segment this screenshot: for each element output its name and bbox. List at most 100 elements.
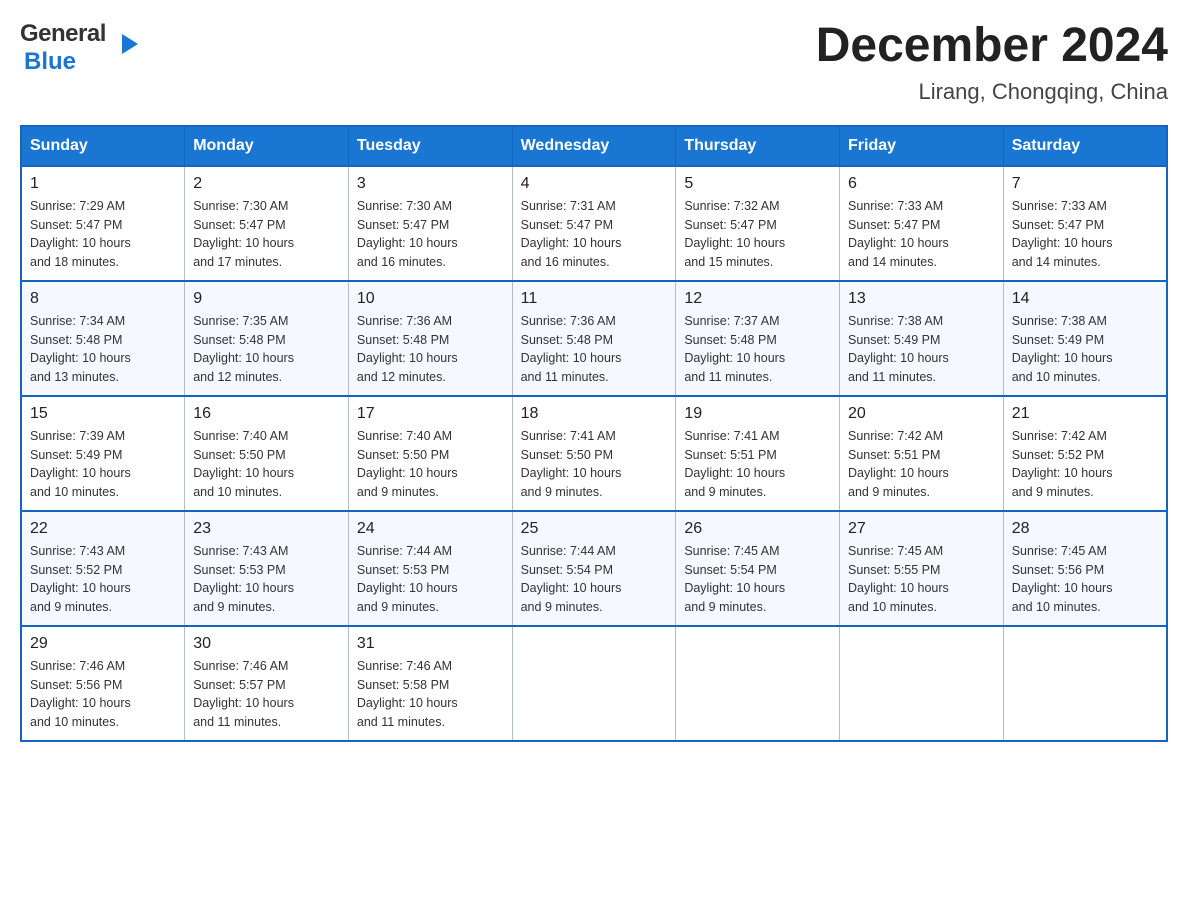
location-text: Lirang, Chongqing, China	[816, 79, 1168, 105]
day-info: Sunrise: 7:33 AM Sunset: 5:47 PM Dayligh…	[848, 197, 995, 272]
calendar-cell: 17 Sunrise: 7:40 AM Sunset: 5:50 PM Dayl…	[348, 396, 512, 511]
day-number: 21	[1012, 405, 1158, 423]
day-number: 29	[30, 635, 176, 653]
day-info: Sunrise: 7:42 AM Sunset: 5:51 PM Dayligh…	[848, 427, 995, 502]
week-row-5: 29 Sunrise: 7:46 AM Sunset: 5:56 PM Dayl…	[21, 626, 1167, 741]
calendar-cell: 4 Sunrise: 7:31 AM Sunset: 5:47 PM Dayli…	[512, 166, 676, 281]
day-number: 12	[684, 290, 831, 308]
day-info: Sunrise: 7:37 AM Sunset: 5:48 PM Dayligh…	[684, 312, 831, 387]
day-number: 15	[30, 405, 176, 423]
calendar-cell: 27 Sunrise: 7:45 AM Sunset: 5:55 PM Dayl…	[840, 511, 1004, 626]
day-number: 11	[521, 290, 668, 308]
day-number: 3	[357, 175, 504, 193]
day-info: Sunrise: 7:44 AM Sunset: 5:53 PM Dayligh…	[357, 542, 504, 617]
col-header-thursday: Thursday	[676, 126, 840, 166]
calendar-cell: 5 Sunrise: 7:32 AM Sunset: 5:47 PM Dayli…	[676, 166, 840, 281]
day-number: 23	[193, 520, 340, 538]
day-number: 28	[1012, 520, 1158, 538]
day-number: 6	[848, 175, 995, 193]
day-number: 22	[30, 520, 176, 538]
calendar-cell: 19 Sunrise: 7:41 AM Sunset: 5:51 PM Dayl…	[676, 396, 840, 511]
col-header-monday: Monday	[185, 126, 349, 166]
calendar-cell: 22 Sunrise: 7:43 AM Sunset: 5:52 PM Dayl…	[21, 511, 185, 626]
month-title: December 2024	[816, 20, 1168, 73]
calendar-cell: 16 Sunrise: 7:40 AM Sunset: 5:50 PM Dayl…	[185, 396, 349, 511]
col-header-wednesday: Wednesday	[512, 126, 676, 166]
calendar-cell: 6 Sunrise: 7:33 AM Sunset: 5:47 PM Dayli…	[840, 166, 1004, 281]
week-row-1: 1 Sunrise: 7:29 AM Sunset: 5:47 PM Dayli…	[21, 166, 1167, 281]
calendar-cell: 14 Sunrise: 7:38 AM Sunset: 5:49 PM Dayl…	[1003, 281, 1167, 396]
day-info: Sunrise: 7:42 AM Sunset: 5:52 PM Dayligh…	[1012, 427, 1158, 502]
calendar-cell: 2 Sunrise: 7:30 AM Sunset: 5:47 PM Dayli…	[185, 166, 349, 281]
day-info: Sunrise: 7:39 AM Sunset: 5:49 PM Dayligh…	[30, 427, 176, 502]
title-section: December 2024 Lirang, Chongqing, China	[816, 20, 1168, 105]
week-row-4: 22 Sunrise: 7:43 AM Sunset: 5:52 PM Dayl…	[21, 511, 1167, 626]
week-row-2: 8 Sunrise: 7:34 AM Sunset: 5:48 PM Dayli…	[21, 281, 1167, 396]
calendar-cell: 31 Sunrise: 7:46 AM Sunset: 5:58 PM Dayl…	[348, 626, 512, 741]
day-number: 26	[684, 520, 831, 538]
calendar-cell: 9 Sunrise: 7:35 AM Sunset: 5:48 PM Dayli…	[185, 281, 349, 396]
col-header-friday: Friday	[840, 126, 1004, 166]
day-number: 17	[357, 405, 504, 423]
calendar-cell: 18 Sunrise: 7:41 AM Sunset: 5:50 PM Dayl…	[512, 396, 676, 511]
calendar-cell: 23 Sunrise: 7:43 AM Sunset: 5:53 PM Dayl…	[185, 511, 349, 626]
calendar-cell: 29 Sunrise: 7:46 AM Sunset: 5:56 PM Dayl…	[21, 626, 185, 741]
calendar-cell	[512, 626, 676, 741]
calendar-cell: 1 Sunrise: 7:29 AM Sunset: 5:47 PM Dayli…	[21, 166, 185, 281]
logo-general-text: General	[20, 20, 106, 48]
day-number: 31	[357, 635, 504, 653]
day-info: Sunrise: 7:45 AM Sunset: 5:54 PM Dayligh…	[684, 542, 831, 617]
calendar-table: SundayMondayTuesdayWednesdayThursdayFrid…	[20, 125, 1168, 742]
day-number: 5	[684, 175, 831, 193]
calendar-cell: 8 Sunrise: 7:34 AM Sunset: 5:48 PM Dayli…	[21, 281, 185, 396]
day-number: 18	[521, 405, 668, 423]
calendar-cell	[840, 626, 1004, 741]
day-info: Sunrise: 7:45 AM Sunset: 5:55 PM Dayligh…	[848, 542, 995, 617]
day-info: Sunrise: 7:46 AM Sunset: 5:56 PM Dayligh…	[30, 657, 176, 732]
day-number: 16	[193, 405, 340, 423]
calendar-cell: 24 Sunrise: 7:44 AM Sunset: 5:53 PM Dayl…	[348, 511, 512, 626]
calendar-cell: 20 Sunrise: 7:42 AM Sunset: 5:51 PM Dayl…	[840, 396, 1004, 511]
day-info: Sunrise: 7:43 AM Sunset: 5:53 PM Dayligh…	[193, 542, 340, 617]
day-number: 24	[357, 520, 504, 538]
day-number: 4	[521, 175, 668, 193]
day-info: Sunrise: 7:44 AM Sunset: 5:54 PM Dayligh…	[521, 542, 668, 617]
day-info: Sunrise: 7:33 AM Sunset: 5:47 PM Dayligh…	[1012, 197, 1158, 272]
day-number: 9	[193, 290, 340, 308]
day-info: Sunrise: 7:32 AM Sunset: 5:47 PM Dayligh…	[684, 197, 831, 272]
day-number: 19	[684, 405, 831, 423]
day-number: 8	[30, 290, 176, 308]
day-info: Sunrise: 7:45 AM Sunset: 5:56 PM Dayligh…	[1012, 542, 1158, 617]
calendar-cell	[1003, 626, 1167, 741]
day-info: Sunrise: 7:38 AM Sunset: 5:49 PM Dayligh…	[848, 312, 995, 387]
day-info: Sunrise: 7:29 AM Sunset: 5:47 PM Dayligh…	[30, 197, 176, 272]
logo: General Blue	[20, 20, 122, 76]
day-info: Sunrise: 7:30 AM Sunset: 5:47 PM Dayligh…	[357, 197, 504, 272]
day-info: Sunrise: 7:43 AM Sunset: 5:52 PM Dayligh…	[30, 542, 176, 617]
calendar-cell	[676, 626, 840, 741]
day-info: Sunrise: 7:46 AM Sunset: 5:57 PM Dayligh…	[193, 657, 340, 732]
day-number: 13	[848, 290, 995, 308]
day-number: 14	[1012, 290, 1158, 308]
day-info: Sunrise: 7:46 AM Sunset: 5:58 PM Dayligh…	[357, 657, 504, 732]
day-number: 30	[193, 635, 340, 653]
day-info: Sunrise: 7:36 AM Sunset: 5:48 PM Dayligh…	[357, 312, 504, 387]
day-number: 25	[521, 520, 668, 538]
day-info: Sunrise: 7:40 AM Sunset: 5:50 PM Dayligh…	[193, 427, 340, 502]
day-info: Sunrise: 7:34 AM Sunset: 5:48 PM Dayligh…	[30, 312, 176, 387]
day-info: Sunrise: 7:40 AM Sunset: 5:50 PM Dayligh…	[357, 427, 504, 502]
calendar-cell: 10 Sunrise: 7:36 AM Sunset: 5:48 PM Dayl…	[348, 281, 512, 396]
day-info: Sunrise: 7:41 AM Sunset: 5:50 PM Dayligh…	[521, 427, 668, 502]
calendar-cell: 30 Sunrise: 7:46 AM Sunset: 5:57 PM Dayl…	[185, 626, 349, 741]
page-header: General Blue December 2024 Lirang, Chong…	[20, 20, 1168, 105]
day-number: 2	[193, 175, 340, 193]
day-info: Sunrise: 7:41 AM Sunset: 5:51 PM Dayligh…	[684, 427, 831, 502]
day-number: 7	[1012, 175, 1158, 193]
day-info: Sunrise: 7:38 AM Sunset: 5:49 PM Dayligh…	[1012, 312, 1158, 387]
col-header-sunday: Sunday	[21, 126, 185, 166]
calendar-cell: 12 Sunrise: 7:37 AM Sunset: 5:48 PM Dayl…	[676, 281, 840, 396]
week-row-3: 15 Sunrise: 7:39 AM Sunset: 5:49 PM Dayl…	[21, 396, 1167, 511]
day-info: Sunrise: 7:35 AM Sunset: 5:48 PM Dayligh…	[193, 312, 340, 387]
col-header-tuesday: Tuesday	[348, 126, 512, 166]
day-number: 20	[848, 405, 995, 423]
